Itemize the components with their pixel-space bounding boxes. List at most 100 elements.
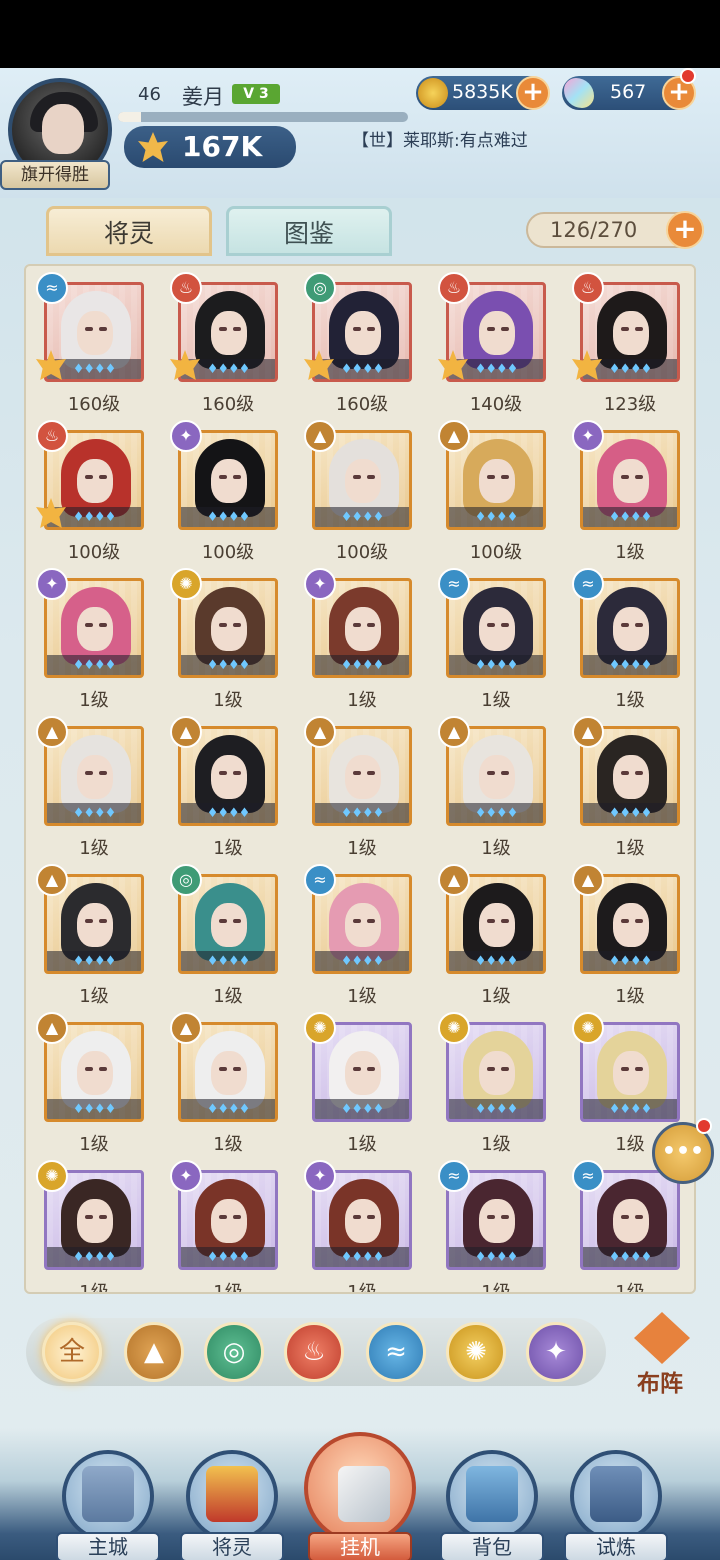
hero-eye — [353, 475, 361, 479]
hero-eye — [85, 327, 93, 331]
hero-card[interactable]: ♦♦♦♦ ▲ 1级 — [170, 1012, 278, 1158]
hero-card[interactable]: ♦♦♦♦ ♨ 140级 — [438, 272, 546, 418]
hero-card[interactable]: ♦♦♦♦ ✺ 1级 — [36, 1160, 144, 1292]
hero-level: 1级 — [213, 690, 243, 711]
hero-card[interactable]: ♦♦♦♦ ✦ 1级 — [572, 420, 680, 566]
hero-card[interactable]: ♦♦♦♦ ≈1级 — [304, 864, 412, 1010]
banner-icon — [590, 1466, 642, 1522]
filter-wind-icon[interactable]: ◎ — [204, 1322, 264, 1382]
hero-card[interactable]: ♦♦♦♦ ✦ 1级 — [170, 1160, 278, 1292]
nav-main-city[interactable]: 主城 — [52, 1440, 162, 1560]
fire-element-icon: ♨ — [36, 420, 68, 452]
earth-element-icon: ▲ — [36, 716, 68, 748]
hero-card[interactable]: ♦♦♦♦ ◎ 1级 — [170, 864, 278, 1010]
awaken-stars-icon: ♦♦♦♦ — [474, 510, 519, 525]
light-element-icon: ✺ — [572, 1012, 604, 1044]
hero-card[interactable]: ♦♦♦♦ ✦ 1级 — [36, 568, 144, 714]
expand-capacity-button[interactable]: + — [666, 211, 704, 249]
formation-flag-icon — [634, 1312, 690, 1364]
hero-card[interactable]: ♦♦♦♦ ✦ 1级 — [304, 568, 412, 714]
gem-notification-dot — [680, 68, 696, 84]
hero-eye — [621, 1067, 629, 1071]
hero-face — [77, 607, 113, 651]
formation-button[interactable]: 布阵 — [620, 1312, 700, 1397]
hero-eye — [85, 1067, 93, 1071]
hero-card[interactable]: ♦♦♦♦ ▲ 100级 — [438, 420, 546, 566]
hero-eye — [353, 1215, 361, 1219]
hero-card[interactable]: ♦♦♦♦ ✦ 1级 — [304, 1160, 412, 1292]
nav-bag[interactable]: 背包 — [436, 1440, 546, 1560]
filter-all-button[interactable]: 全 — [42, 1322, 102, 1382]
hero-card[interactable]: ♦♦♦♦ ≈160级 — [36, 272, 144, 418]
element-filter-bar: 全 ▲ ◎ ♨ ≈ ✺ ✦ — [26, 1318, 606, 1386]
hero-card[interactable]: ♦♦♦♦ ≈1级 — [572, 568, 680, 714]
nav-heroes[interactable]: 将灵 — [176, 1440, 286, 1560]
hero-level: 1级 — [79, 838, 109, 859]
earth-element-icon: ▲ — [304, 716, 336, 748]
header: 旗开得胜 46 姜月 V 3 167K 5835K + 567 + 【世】莱耶斯… — [0, 68, 720, 198]
hero-eye — [99, 1215, 107, 1219]
filter-dark-icon[interactable]: ✦ — [526, 1322, 586, 1382]
hero-level: 1级 — [615, 838, 645, 859]
hero-card[interactable]: ♦♦♦♦ ✺ 1级 — [170, 568, 278, 714]
hero-eye — [353, 623, 361, 627]
hero-level: 1级 — [481, 986, 511, 1007]
earth-element-icon: ▲ — [36, 1012, 68, 1044]
tab-codex[interactable]: 图鉴 — [226, 206, 392, 256]
hero-eye — [219, 771, 227, 775]
nav-idle[interactable]: 挂机 — [304, 1432, 416, 1560]
hero-card[interactable]: ♦♦♦♦ ≈1级 — [438, 568, 546, 714]
hero-face — [479, 903, 515, 947]
hero-card[interactable]: ♦♦♦♦ ▲ 100级 — [304, 420, 412, 566]
hero-face — [345, 755, 381, 799]
fire-element-icon: ♨ — [572, 272, 604, 304]
filter-water-icon[interactable]: ≈ — [366, 1322, 426, 1382]
hero-card[interactable]: ♦♦♦♦ ♨ 123级 — [572, 272, 680, 418]
hero-eye — [635, 327, 643, 331]
add-gold-button[interactable]: + — [516, 76, 550, 110]
hero-card[interactable]: ♦♦♦♦ ▲ 1级 — [572, 716, 680, 862]
world-chat-line[interactable]: 【世】莱耶斯:有点难过 — [352, 126, 528, 151]
water-element-icon: ≈ — [36, 272, 68, 304]
light-element-icon: ✺ — [170, 568, 202, 600]
hero-level: 100级 — [67, 542, 121, 563]
hero-card[interactable]: ♦♦♦♦ ≈1级 — [438, 1160, 546, 1292]
hero-card[interactable]: ♦♦♦♦ ▲ 1级 — [36, 864, 144, 1010]
hero-card[interactable]: ♦♦♦♦ ▲ 1级 — [170, 716, 278, 862]
nav-trial[interactable]: 试炼 — [560, 1440, 670, 1560]
hero-card[interactable]: ♦♦♦♦ ≈1级 — [572, 1160, 680, 1292]
hero-card[interactable]: ♦♦♦♦ ✺ 1级 — [438, 1012, 546, 1158]
awaken-stars-icon: ♦♦♦♦ — [474, 1250, 519, 1265]
awaken-stars-icon: ♦♦♦♦ — [206, 1102, 251, 1117]
hero-face — [479, 755, 515, 799]
hero-card[interactable]: ♦♦♦♦ ▲ 1级 — [438, 864, 546, 1010]
hero-eye — [487, 919, 495, 923]
filter-light-icon[interactable]: ✺ — [446, 1322, 506, 1382]
filter-fire-icon[interactable]: ♨ — [284, 1322, 344, 1382]
hero-card[interactable]: ♦♦♦♦ ▲ 1级 — [304, 716, 412, 862]
hero-card[interactable]: ♦♦♦♦ ▲ 1级 — [572, 864, 680, 1010]
hero-card[interactable]: ♦♦♦♦ ◎ 160级 — [304, 272, 412, 418]
hero-face — [211, 311, 247, 355]
hero-card[interactable]: ♦♦♦♦ ✺ 1级 — [304, 1012, 412, 1158]
hero-card[interactable]: ♦♦♦♦ ▲ 1级 — [438, 716, 546, 862]
hero-eye — [367, 919, 375, 923]
hero-card[interactable]: ♦♦♦♦ ▲ 1级 — [36, 716, 144, 862]
dark-element-icon: ✦ — [170, 420, 202, 452]
tab-heroes[interactable]: 将灵 — [46, 206, 212, 256]
hero-eye — [85, 771, 93, 775]
vip-badge[interactable]: V 3 — [232, 84, 280, 104]
hero-level: 1级 — [79, 1134, 109, 1155]
hero-card[interactable]: ♦♦♦♦ ▲ 1级 — [36, 1012, 144, 1158]
hero-card[interactable]: ♦♦♦♦ ♨ 160级 — [170, 272, 278, 418]
light-element-icon: ✺ — [304, 1012, 336, 1044]
hero-eye — [501, 919, 509, 923]
castle-icon — [82, 1466, 134, 1522]
filter-earth-icon[interactable]: ▲ — [124, 1322, 184, 1382]
combat-power-value: 167K — [182, 130, 263, 163]
hero-card[interactable]: ♦♦♦♦ ✦ 100级 — [170, 420, 278, 566]
awaken-stars-icon: ♦♦♦♦ — [206, 806, 251, 821]
hero-face — [345, 459, 381, 503]
hero-card[interactable]: ♦♦♦♦ ♨ 100级 — [36, 420, 144, 566]
hero-eye — [621, 623, 629, 627]
